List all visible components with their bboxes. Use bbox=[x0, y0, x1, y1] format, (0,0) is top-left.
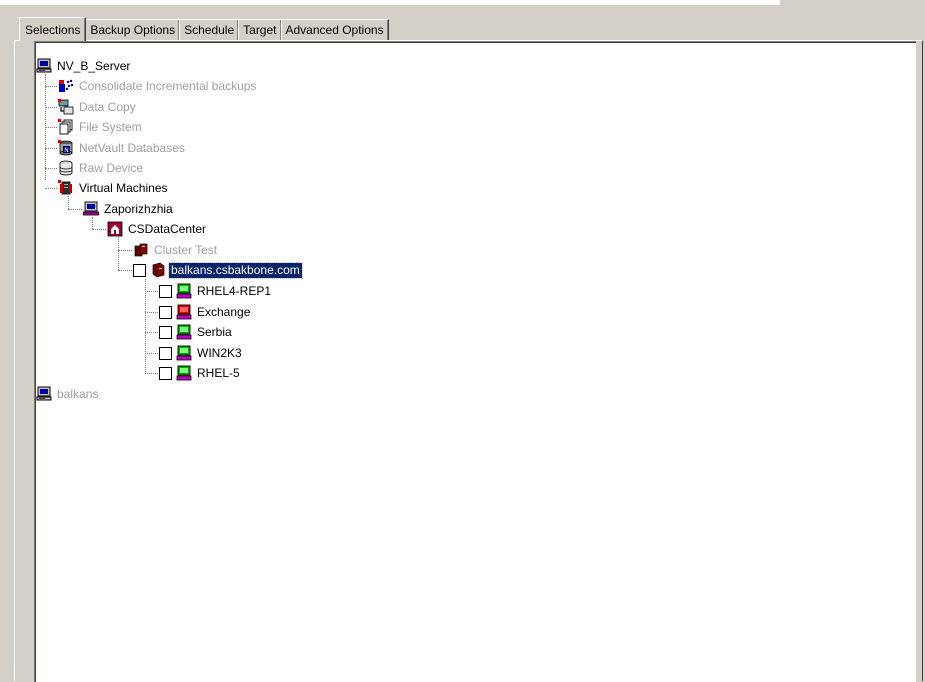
tree-node-label: Virtual Machines bbox=[79, 180, 168, 195]
tree-connector bbox=[145, 279, 146, 374]
tree-connector bbox=[68, 209, 82, 210]
tree-node-vm[interactable]: RHEL4-REP1 bbox=[159, 282, 273, 300]
tree-connector bbox=[145, 373, 158, 374]
tree-node-label: Raw Device bbox=[79, 160, 144, 175]
tab-target[interactable]: Target bbox=[238, 19, 282, 40]
tree-connector bbox=[45, 188, 57, 189]
tree-node-label: Serbia bbox=[197, 324, 232, 339]
vm-powered-on-icon bbox=[176, 345, 192, 361]
tree-node-label: Consolidate Incremental backups bbox=[79, 78, 257, 93]
tab-label: Selections bbox=[25, 22, 81, 37]
tree-node-label: WIN2K3 bbox=[197, 345, 242, 360]
tab-label: Schedule bbox=[184, 23, 235, 37]
tree-connector bbox=[145, 353, 158, 354]
tree-connector bbox=[118, 270, 132, 271]
tree-connector bbox=[145, 332, 158, 333]
tree-node-label: Cluster Test bbox=[154, 242, 218, 257]
consolidate-icon bbox=[59, 79, 74, 92]
tree-connector bbox=[68, 196, 69, 209]
vm-powered-on-icon bbox=[176, 283, 192, 299]
tree-connector bbox=[118, 237, 119, 270]
vm-checkbox[interactable] bbox=[159, 325, 172, 339]
tree-node-label: NV_B_Server bbox=[57, 58, 131, 73]
tab-label: Backup Options bbox=[90, 23, 176, 37]
tree-node-raw-device[interactable]: Raw Device bbox=[58, 159, 145, 177]
tree-connector bbox=[45, 148, 57, 149]
virtual-machines-icon bbox=[58, 180, 72, 195]
vm-powered-off-icon bbox=[176, 304, 192, 320]
datacenter-icon bbox=[107, 221, 123, 237]
tree-connector bbox=[145, 291, 158, 292]
vm-checkbox[interactable] bbox=[159, 366, 172, 380]
tree-node-datacenter[interactable]: CSDataCenter bbox=[107, 220, 208, 238]
tree-node-label: RHEL4-REP1 bbox=[197, 283, 272, 298]
data-copy-icon bbox=[58, 99, 74, 115]
tree-node-consolidate[interactable]: Consolidate Incremental backups bbox=[58, 77, 258, 95]
tab-label: Advanced Options bbox=[285, 23, 384, 37]
vm-checkbox[interactable] bbox=[159, 346, 172, 360]
tree-node-esx-host[interactable]: balkans.csbakbone.com bbox=[133, 261, 303, 279]
netvault-database-icon: N bbox=[58, 140, 73, 156]
tree-node-label: RHEL-5 bbox=[197, 365, 240, 380]
tree-node-file-system[interactable]: File System bbox=[58, 118, 144, 136]
tab-backup-options[interactable]: Backup Options bbox=[85, 19, 181, 40]
vm-powered-on-icon bbox=[176, 365, 192, 381]
tab-selections[interactable]: Selections bbox=[19, 17, 87, 41]
tree-node-vm[interactable]: WIN2K3 bbox=[159, 344, 244, 362]
tree-node-server[interactable]: NV_B_Server bbox=[36, 57, 132, 75]
tab-bar: Selections Backup Options Schedule Targe… bbox=[19, 16, 389, 41]
tree-node-label: Data Copy bbox=[79, 99, 136, 114]
tree-node-label: balkans bbox=[57, 386, 99, 401]
tab-schedule[interactable]: Schedule bbox=[179, 19, 240, 40]
tree-node-vm[interactable]: Serbia bbox=[159, 323, 234, 341]
computer-icon bbox=[36, 58, 52, 73]
computer-icon bbox=[36, 386, 52, 401]
tree-node-label: Zaporizhzhia bbox=[104, 201, 173, 216]
tab-label: Target bbox=[243, 23, 277, 37]
tab-advanced-options[interactable]: Advanced Options bbox=[280, 19, 389, 40]
tree-node-label: CSDataCenter bbox=[128, 221, 207, 236]
tab-panel: NV_B_Server Consolidate Incremental back… bbox=[14, 40, 923, 682]
tree-node-label: Exchange bbox=[197, 304, 251, 319]
tree-node-label: File System bbox=[79, 119, 142, 134]
tree-connector bbox=[45, 86, 57, 87]
cluster-icon bbox=[134, 243, 148, 257]
tree-node-vcenter[interactable]: Zaporizhzhia bbox=[83, 200, 175, 218]
top-strip-shade bbox=[780, 0, 925, 5]
vcenter-icon bbox=[83, 201, 99, 216]
file-system-icon bbox=[58, 119, 73, 135]
tree-connector bbox=[45, 168, 57, 169]
tree-node-virtual-machines[interactable]: Virtual Machines bbox=[58, 179, 170, 197]
tree-node-vm[interactable]: Exchange bbox=[159, 303, 252, 321]
vm-checkbox[interactable] bbox=[159, 284, 172, 298]
esx-host-icon bbox=[152, 262, 165, 278]
tree-connector bbox=[45, 127, 57, 128]
vm-powered-on-icon bbox=[176, 324, 192, 340]
tree-node-cluster[interactable]: Cluster Test bbox=[133, 241, 219, 259]
tree-node-label: NetVault Databases bbox=[79, 140, 185, 155]
svg-text:N: N bbox=[64, 147, 69, 154]
tree-connector bbox=[92, 229, 106, 230]
tree-node-label: balkans.csbakbone.com bbox=[168, 261, 303, 279]
selection-tree[interactable]: NV_B_Server Consolidate Incremental back… bbox=[34, 41, 916, 682]
tree-node-vm[interactable]: RHEL-5 bbox=[159, 364, 242, 382]
tree-node-netvault-databases[interactable]: N NetVault Databases bbox=[58, 139, 187, 157]
vm-checkbox[interactable] bbox=[159, 305, 172, 319]
tree-node-data-copy[interactable]: Data Copy bbox=[58, 98, 138, 116]
tree-node-client-balkans[interactable]: balkans bbox=[36, 385, 100, 403]
tree-connector bbox=[45, 107, 57, 108]
tree-connector bbox=[92, 217, 93, 229]
tree-connector bbox=[145, 312, 158, 313]
host-checkbox[interactable] bbox=[133, 263, 146, 277]
tree-connector bbox=[118, 250, 132, 251]
raw-device-icon bbox=[59, 160, 73, 176]
